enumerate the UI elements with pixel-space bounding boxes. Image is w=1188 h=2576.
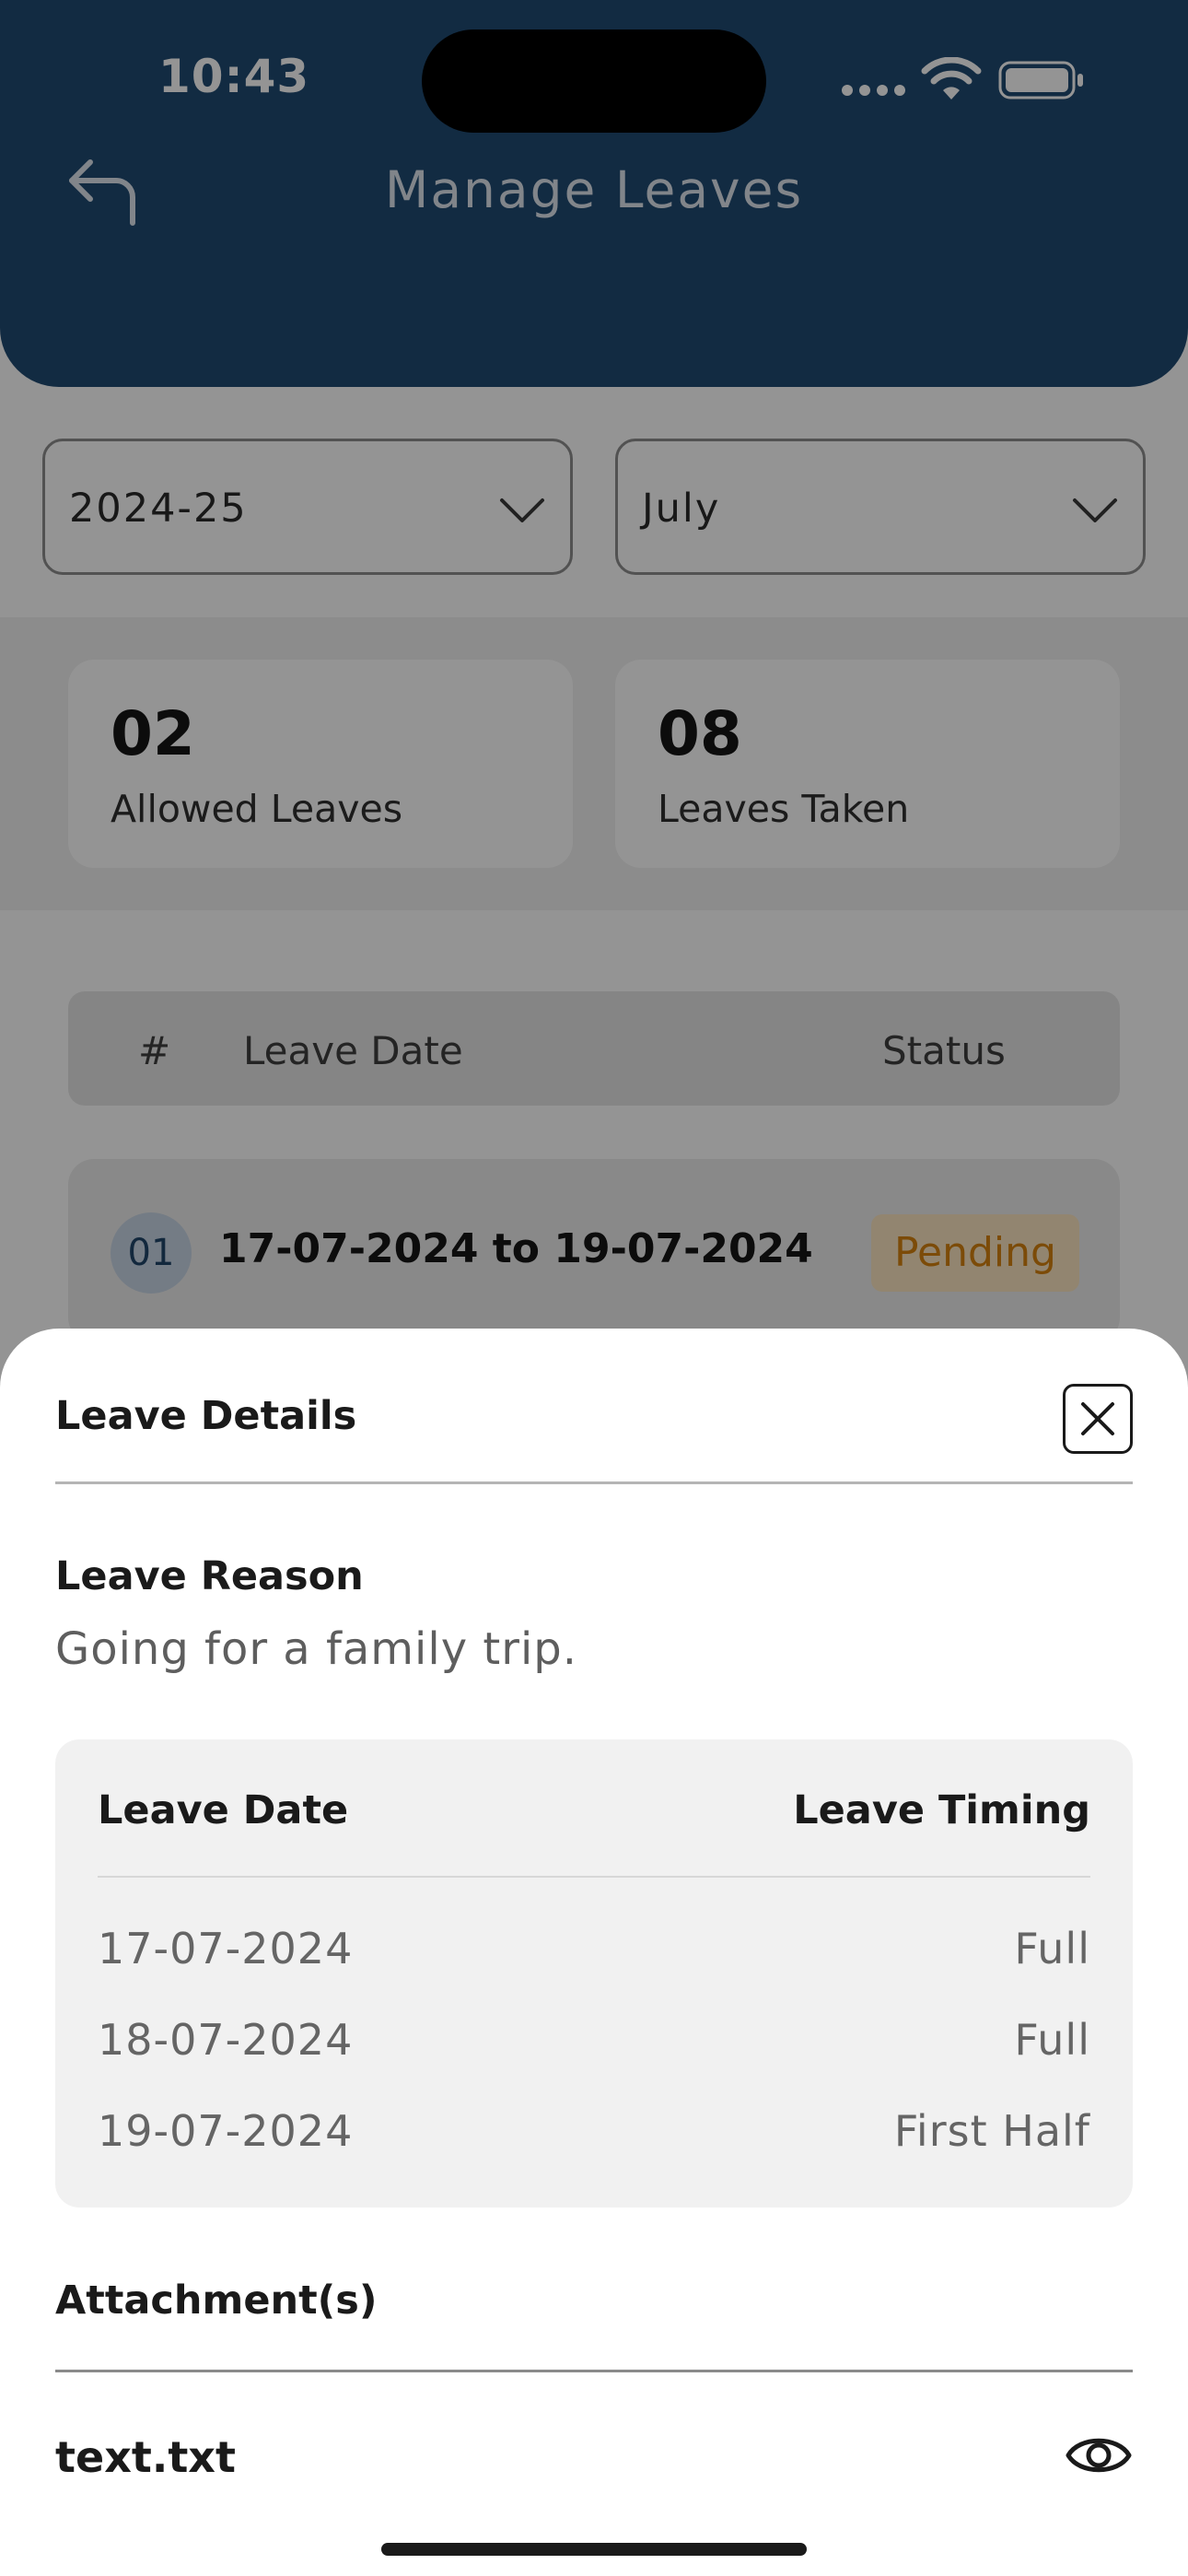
leave-date-row: 19-07-2024 First Half bbox=[98, 2106, 1090, 2161]
attachments-label: Attachment(s) bbox=[55, 2277, 378, 2324]
leave-dates-box: Leave Date Leave Timing 17-07-2024 Full … bbox=[55, 1739, 1133, 2207]
leave-date-value: 18-07-2024 bbox=[98, 2015, 354, 2065]
home-indicator bbox=[381, 2543, 807, 2556]
leave-date-heading: Leave Date bbox=[98, 1787, 349, 1833]
leave-details-sheet: Leave Details Leave Reason Going for a f… bbox=[0, 1329, 1188, 2576]
leave-timing-heading: Leave Timing bbox=[793, 1787, 1090, 1833]
leave-timing-value: Full bbox=[1014, 1924, 1090, 1973]
leave-date-row: 18-07-2024 Full bbox=[98, 2015, 1090, 2070]
leave-date-value: 17-07-2024 bbox=[98, 1924, 354, 1973]
divider bbox=[55, 2370, 1133, 2372]
leave-date-value: 19-07-2024 bbox=[98, 2106, 354, 2156]
close-button[interactable] bbox=[1063, 1384, 1133, 1454]
divider bbox=[98, 1876, 1090, 1878]
sheet-title: Leave Details bbox=[55, 1393, 357, 1439]
leave-reason-text: Going for a family trip. bbox=[55, 1623, 577, 1675]
leave-timing-value: Full bbox=[1014, 2015, 1090, 2065]
leave-reason-label: Leave Reason bbox=[55, 1553, 364, 1599]
leave-date-row: 17-07-2024 Full bbox=[98, 1924, 1090, 1979]
leave-timing-value: First Half bbox=[893, 2106, 1090, 2156]
divider bbox=[55, 1481, 1133, 1484]
attachment-file-name: text.txt bbox=[55, 2432, 236, 2482]
eye-icon[interactable] bbox=[1065, 2421, 1133, 2489]
close-icon bbox=[1081, 1402, 1114, 1435]
